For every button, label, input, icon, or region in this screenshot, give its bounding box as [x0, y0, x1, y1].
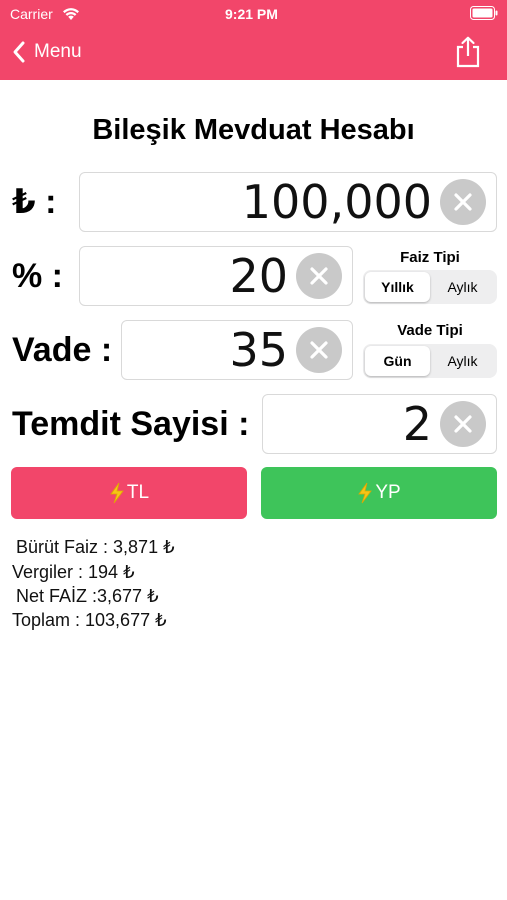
calculate-tl-button[interactable]: TL [11, 467, 247, 519]
renewal-clear-button[interactable] [440, 401, 486, 447]
faiz-tipi-option-yillik[interactable]: Yıllık [365, 272, 430, 302]
total-text: Toplam : 103,677 ₺ [12, 610, 167, 630]
faiz-tipi-title: Faiz Tipi [400, 249, 460, 266]
amount-clear-button[interactable] [440, 179, 486, 225]
carrier-label: Carrier [10, 6, 53, 22]
vade-tipi-option-gun[interactable]: Gün [365, 346, 430, 376]
term-input[interactable]: 35 [121, 320, 353, 380]
bolt-icon [358, 482, 373, 504]
bolt-icon [110, 482, 124, 504]
renewal-value: 2 [402, 397, 432, 451]
vade-tipi-title: Vade Tipi [397, 322, 463, 339]
page-title: Bileşik Mevduat Hesabı [92, 114, 415, 146]
vade-tipi-option-aylik[interactable]: Aylık [430, 346, 495, 376]
vade-tipi-segmented-control[interactable]: Gün Aylık [363, 344, 497, 378]
amount-label: ₺ : [12, 183, 57, 221]
net-interest-text: Net FAİZ :3,677 ₺ [16, 586, 159, 606]
rate-value: 20 [229, 249, 288, 303]
faiz-tipi-option-aylik[interactable]: Aylık [430, 272, 495, 302]
share-icon[interactable] [455, 36, 481, 73]
rate-clear-button[interactable] [296, 253, 342, 299]
term-label: Vade : [12, 330, 113, 369]
back-button[interactable]: Menu [10, 37, 82, 67]
term-clear-button[interactable] [296, 327, 342, 373]
amount-value: 100,000 [241, 175, 432, 229]
clear-icon [310, 341, 328, 359]
clear-icon [454, 193, 472, 211]
faiz-tipi-segmented-control[interactable]: Yıllık Aylık [363, 270, 497, 304]
clear-icon [310, 267, 328, 285]
renewal-label: Temdit Sayisi : [12, 404, 250, 443]
wifi-icon [62, 7, 80, 26]
taxes-text: Vergiler : 194 ₺ [12, 562, 135, 582]
navigation-bar: Carrier 9:21 PM Menu [0, 0, 507, 80]
rate-input[interactable]: 20 [79, 246, 353, 306]
battery-icon [470, 6, 498, 25]
rate-label: % : [12, 256, 63, 295]
clear-icon [454, 415, 472, 433]
gross-interest-text: Bürüt Faiz : 3,871 ₺ [16, 537, 175, 557]
amount-input[interactable]: 100,000 [79, 172, 497, 232]
calculate-yp-button[interactable]: YP [261, 467, 497, 519]
back-label: Menu [34, 41, 82, 62]
status-time: 9:21 PM [225, 6, 278, 22]
tl-button-label: TL [126, 482, 150, 503]
renewal-input[interactable]: 2 [262, 394, 497, 454]
yp-button-label: YP [375, 482, 401, 503]
term-value: 35 [229, 323, 288, 377]
chevron-left-icon [10, 40, 28, 64]
